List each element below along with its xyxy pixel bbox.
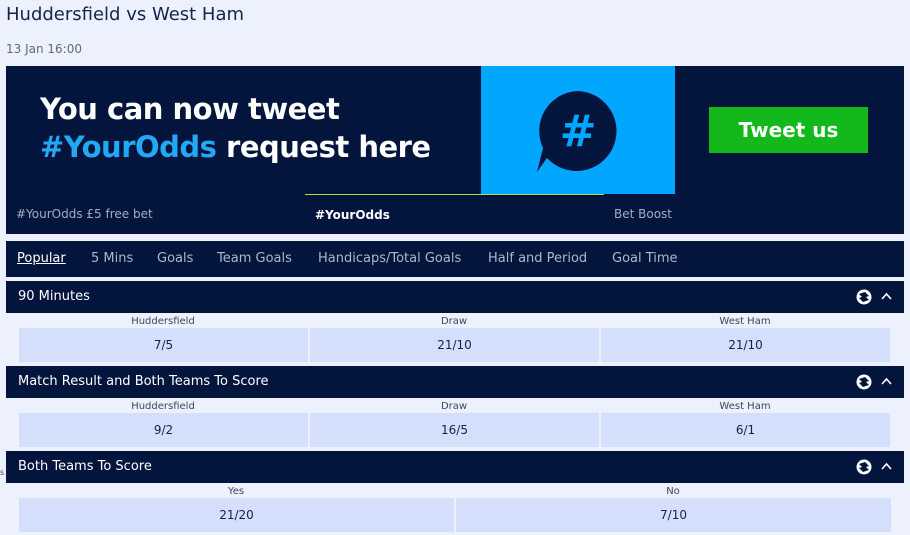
tab-yourodds[interactable]: #YourOdds [305, 194, 604, 234]
chevron-up-icon[interactable] [881, 377, 892, 385]
hash-bubble-icon: # [537, 91, 617, 172]
promo-line-1: You can now tweet [40, 92, 340, 126]
hash-symbol: # [560, 106, 597, 157]
promo-line-2: #YourOdds request here [40, 130, 431, 164]
market-title: 90 Minutes [18, 289, 90, 304]
edge-text: s [0, 468, 5, 477]
odds-button[interactable]: 9/2 [19, 413, 308, 447]
odds-button[interactable]: 21/20 [19, 498, 454, 532]
promo-hashtag: #YourOdds [40, 130, 217, 164]
tab-bet-boost[interactable]: Bet Boost [614, 194, 672, 234]
outcome-label: Yes [227, 486, 245, 497]
outcome-label: West Ham [719, 316, 771, 327]
outcome-label: Huddersfield [131, 401, 195, 412]
outcome-label: Draw [440, 316, 468, 327]
chevron-up-icon[interactable] [881, 292, 892, 300]
tweet-us-button[interactable]: Tweet us [709, 107, 868, 153]
promo-tabs: #YourOdds £5 free bet #YourOdds Bet Boos… [6, 194, 904, 234]
event-title: Huddersfield vs West Ham [6, 4, 245, 25]
cash-out-icon[interactable] [856, 289, 872, 305]
tab-goals[interactable]: Goals [157, 241, 193, 277]
outcome-label: Huddersfield [131, 316, 195, 327]
tab-popular[interactable]: Popular [17, 241, 66, 277]
market-tabs: Popular 5 Mins Goals Team Goals Handicap… [6, 241, 904, 277]
odds-button[interactable]: 16/5 [310, 413, 599, 447]
tab-handicaps-total-goals[interactable]: Handicaps/Total Goals [318, 241, 461, 277]
promo-banner: You can now tweet #YourOdds request here… [6, 66, 904, 234]
promo-hash-panel: # [481, 66, 675, 194]
market-header-both-teams-to-score[interactable]: Both Teams To Score [6, 451, 904, 483]
tab-yourodds-free-bet[interactable]: #YourOdds £5 free bet [16, 194, 153, 234]
promo-line-2-rest: request here [216, 130, 431, 164]
odds-button[interactable]: 6/1 [601, 413, 890, 447]
market-header-match-result-btts[interactable]: Match Result and Both Teams To Score [6, 366, 904, 398]
tab-half-and-period[interactable]: Half and Period [488, 241, 587, 277]
chevron-up-icon[interactable] [881, 462, 892, 470]
odds-button[interactable]: 7/5 [19, 328, 308, 362]
promo-panel: You can now tweet #YourOdds request here… [6, 66, 904, 194]
market-title: Match Result and Both Teams To Score [18, 374, 269, 389]
odds-button[interactable]: 21/10 [601, 328, 890, 362]
tab-team-goals[interactable]: Team Goals [217, 241, 292, 277]
cash-out-icon[interactable] [856, 459, 872, 475]
outcome-label: No [666, 486, 680, 497]
odds-button[interactable]: 7/10 [456, 498, 891, 532]
market-header-90-minutes[interactable]: 90 Minutes [6, 281, 904, 313]
tab-5-mins[interactable]: 5 Mins [91, 241, 133, 277]
market-title: Both Teams To Score [18, 459, 152, 474]
event-datetime: 13 Jan 16:00 [6, 42, 82, 56]
tab-goal-time[interactable]: Goal Time [612, 241, 678, 277]
cash-out-icon[interactable] [856, 374, 872, 390]
odds-button[interactable]: 21/10 [310, 328, 599, 362]
outcome-label: West Ham [719, 401, 771, 412]
outcome-label: Draw [440, 401, 468, 412]
